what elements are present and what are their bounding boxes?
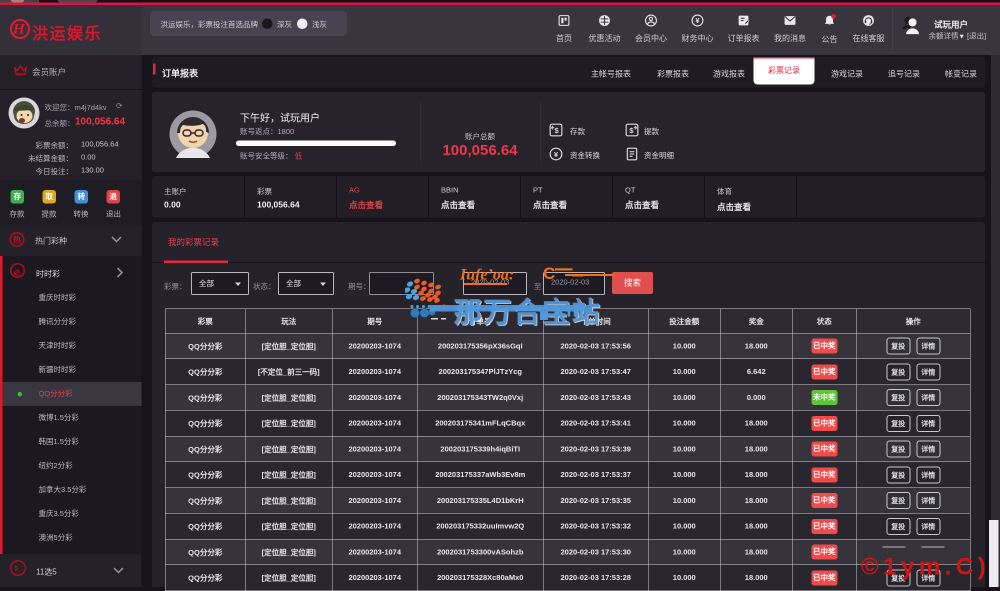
svg-text:¥: ¥: [554, 150, 559, 159]
svg-text:¥: ¥: [696, 18, 700, 25]
svg-text:$: $: [554, 126, 559, 135]
svg-text:$: $: [629, 126, 634, 135]
